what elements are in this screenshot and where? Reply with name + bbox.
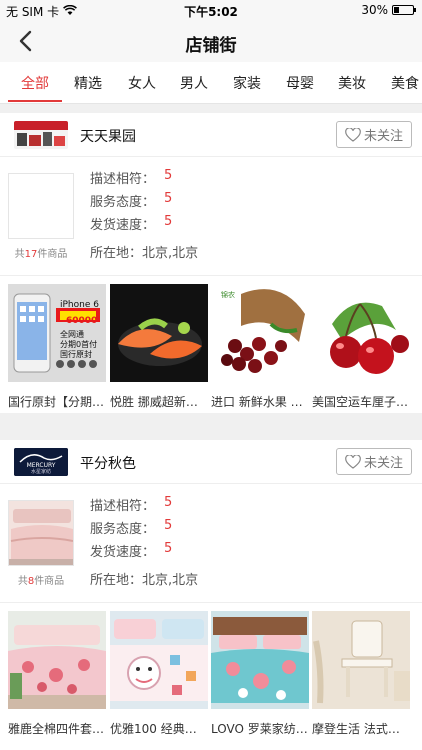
rating-value: 5	[164, 518, 173, 533]
product-image: iPhone 6 60000 全网通 分期0首付 国行原封	[8, 284, 106, 382]
tab-all[interactable]: 全部	[21, 73, 49, 93]
product-card[interactable]: 雅鹿全棉四件套 床上用品	[8, 611, 106, 737]
product-image	[312, 284, 410, 382]
product-image	[312, 611, 410, 709]
store-thumbnail	[8, 500, 74, 566]
follow-button[interactable]: 未关注	[336, 448, 412, 475]
product-name: LOVO 罗莱家纺 全棉套件	[211, 722, 309, 736]
tab-featured[interactable]: 精选	[74, 73, 102, 93]
store-name: 平分秋色	[80, 456, 136, 472]
store-location: 所在地：北京,北京	[90, 573, 199, 588]
follow-label: 未关注	[363, 129, 403, 144]
heart-icon	[345, 127, 361, 142]
rating-value: 5	[164, 168, 173, 183]
store-name: 天天果园	[80, 129, 136, 145]
tab-food[interactable]: 美食	[391, 73, 419, 93]
store-info: 共8件商品 描述相符： 5 服务态度： 5 发货速度： 5 所在地：北京,北京	[0, 484, 422, 602]
product-name: 摩登生活 法式田园床	[312, 722, 410, 736]
product-row: iPhone 6 60000 全网通分期0首付国行原封 国行原封【分期】iPho…	[0, 275, 422, 411]
status-right: 30%	[361, 3, 416, 17]
store-info: 共17件商品 描述相符： 5 服务态度： 5 发货速度： 5 所在地：北京,北京	[0, 157, 422, 275]
tab-men[interactable]: 男人	[180, 73, 208, 93]
rating-service: 服务态度： 5	[90, 518, 173, 537]
store-location: 所在地：北京,北京	[90, 246, 199, 261]
logo-subtext: 水星家纺	[30, 469, 51, 475]
product-card[interactable]: iPhone 6 60000 全网通分期0首付国行原封 国行原封【分期】iPho…	[8, 284, 106, 410]
product-image	[211, 611, 309, 709]
product-image	[110, 611, 208, 709]
rating-shipping: 发货速度： 5	[90, 214, 173, 233]
store-card[interactable]: MERCURY 水星家纺 平分秋色 未关注 共8件商品 描述相符： 5 服务态度：…	[0, 440, 422, 750]
rating-shipping: 发货速度： 5	[90, 541, 173, 560]
store-logo	[14, 121, 68, 149]
product-count: 共17件商品	[14, 249, 68, 260]
store-header: MERCURY 水星家纺 平分秋色 未关注	[0, 440, 422, 484]
product-card[interactable]: 优雅100 经典卡通四件套	[110, 611, 208, 737]
tab-women[interactable]: 女人	[128, 73, 156, 93]
follow-button[interactable]: 未关注	[336, 121, 412, 148]
status-bar: 无 SIM 卡 下午5:02 30%	[0, 0, 422, 22]
tab-home[interactable]: 家装	[233, 73, 261, 93]
rating-description: 描述相符： 5	[90, 495, 173, 514]
store-header: 天天果园 未关注	[0, 113, 422, 157]
product-count: 共8件商品	[17, 576, 65, 587]
store-thumbnail	[8, 173, 74, 239]
rating-value: 5	[164, 541, 173, 556]
product-row: 雅鹿全棉四件套 床上用品 优雅100 经典卡通四件套 LOVO 罗莱家纺 全棉套…	[0, 602, 422, 750]
rating-value: 5	[164, 191, 173, 206]
heart-icon	[345, 454, 361, 469]
product-card[interactable]: 摩登生活 法式田园床	[312, 611, 410, 737]
rating-value: 5	[164, 495, 173, 510]
product-name: 悦胜 挪威超新鲜三文鱼	[110, 395, 208, 409]
product-image	[8, 611, 106, 709]
product-price-tag: 60000	[66, 316, 98, 326]
battery-icon	[392, 5, 416, 15]
rating-service: 服务态度： 5	[90, 191, 173, 210]
product-name: 优雅100 经典卡通四件套	[110, 722, 208, 736]
product-card[interactable]: LOVO 罗莱家纺 全棉套件	[211, 611, 309, 737]
product-card[interactable]: 锦农 进口 新鲜水果 车厘子	[211, 284, 309, 410]
follow-label: 未关注	[363, 456, 403, 471]
status-time: 下午5:02	[184, 5, 238, 19]
tab-beauty[interactable]: 美妆	[338, 73, 366, 93]
logo-text: MERCURY	[26, 462, 56, 469]
rating-value: 5	[164, 214, 173, 229]
product-tag-lines: 全网通 分期0首付 国行原封	[60, 330, 98, 359]
product-card[interactable]: 美国空运车厘子 新鲜	[312, 284, 410, 410]
store-logo: MERCURY 水星家纺	[14, 448, 68, 476]
tab-active-indicator	[8, 100, 62, 102]
category-tabs: 全部 精选 女人 男人 家装 母婴 美妆 美食	[0, 62, 422, 104]
nav-bar: 店铺街	[0, 22, 422, 62]
product-name: 美国空运车厘子 新鲜	[312, 395, 410, 409]
product-name: 进口 新鲜水果 车厘子	[211, 395, 309, 409]
store-card[interactable]: 天天果园 未关注 共17件商品 描述相符： 5 服务态度： 5 发货速度： 5 所在地…	[0, 113, 422, 413]
product-name: 雅鹿全棉四件套 床上用品	[8, 722, 106, 736]
product-brand-tag: 锦农	[221, 291, 235, 299]
battery-percent: 30%	[361, 3, 388, 17]
product-model-text: iPhone 6	[60, 300, 99, 310]
product-card[interactable]: 悦胜 挪威超新鲜三文鱼	[110, 284, 208, 410]
tab-baby[interactable]: 母婴	[286, 73, 314, 93]
product-image	[110, 284, 208, 382]
rating-description: 描述相符： 5	[90, 168, 173, 187]
product-image: 锦农	[211, 284, 309, 382]
product-name: 国行原封【分期】iPhone 6	[8, 395, 106, 409]
page-title: 店铺街	[185, 36, 237, 56]
count-number: 17	[24, 249, 38, 260]
